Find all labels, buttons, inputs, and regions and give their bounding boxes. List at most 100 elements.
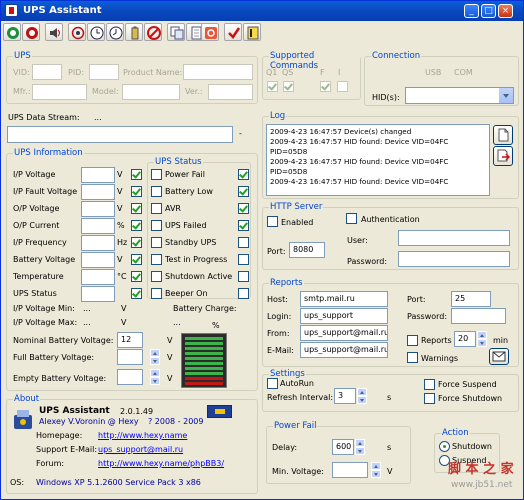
window-title: UPS Assistant (23, 5, 102, 16)
min-voltage-unit: V (387, 467, 393, 476)
clock-icon[interactable] (87, 23, 105, 41)
reports-interval-field[interactable]: 20 (454, 331, 476, 347)
status-battery-low-alarm-checkbox[interactable] (238, 186, 249, 197)
support-email-link[interactable]: ups_support@mail.ru (98, 445, 183, 454)
delay-field[interactable]: 600 (332, 439, 354, 455)
battery-voltage-checkbox[interactable] (131, 254, 142, 265)
page-icon (498, 128, 509, 142)
reports-checkbox[interactable] (407, 335, 418, 346)
i-p-voltage-checkbox[interactable] (131, 169, 142, 180)
refresh-interval-field[interactable]: 3 (334, 388, 356, 404)
email-field[interactable]: ups_support@mail.ru (300, 342, 388, 358)
data-stream-field[interactable] (7, 126, 233, 143)
status-power-fail-alarm-checkbox[interactable] (238, 169, 249, 180)
status-beeper-on-alarm-checkbox[interactable] (238, 288, 249, 299)
hid-select[interactable] (405, 87, 514, 104)
disconnect-icon[interactable] (22, 23, 40, 41)
product-field[interactable] (183, 64, 253, 80)
delay-spinner[interactable] (355, 439, 365, 455)
battery-gauge (181, 333, 227, 388)
model-field[interactable] (122, 84, 180, 100)
force-shutdown-checkbox[interactable] (424, 393, 435, 404)
http-user-field[interactable] (398, 230, 510, 246)
status-test-in-progress-alarm-checkbox[interactable] (238, 254, 249, 265)
i-p-voltage-field[interactable] (81, 167, 115, 183)
vid-field[interactable] (32, 64, 62, 80)
temperature-checkbox[interactable] (131, 271, 142, 282)
o-p-voltage-field[interactable] (81, 201, 115, 217)
battery-charge-unit: % (212, 321, 220, 330)
full-battery-field[interactable] (117, 349, 143, 365)
forum-link[interactable]: http://www.hexy.name/phpBB3/ (98, 459, 224, 468)
refresh-interval-spinner[interactable] (357, 388, 367, 404)
o-p-current-field[interactable] (81, 218, 115, 234)
status-standby-ups-indicator (151, 237, 162, 248)
authentication-checkbox[interactable] (346, 213, 357, 224)
log-textbox[interactable]: 2009-4-23 16:47:57 Device(s) changed 200… (266, 124, 490, 196)
schedule-icon[interactable] (106, 23, 124, 41)
mfr-field[interactable] (32, 84, 87, 100)
i-p-fault-voltage-field[interactable] (81, 184, 115, 200)
usb-label: USB (425, 68, 442, 77)
ups-status-field[interactable] (81, 286, 115, 302)
export-log-button[interactable] (493, 146, 513, 166)
send-report-button[interactable] (489, 348, 509, 365)
status-avr-alarm-checkbox[interactable] (238, 203, 249, 214)
battery-icon[interactable] (125, 23, 143, 41)
host-field[interactable]: smtp.mail.ru (300, 291, 388, 307)
ups-status-checkbox[interactable] (131, 288, 142, 299)
flag-icon[interactable] (207, 405, 232, 418)
delay-unit: s (387, 443, 392, 452)
reports-interval-spinner[interactable] (477, 331, 487, 347)
chevron-down-icon[interactable] (498, 88, 513, 103)
shutdown-label: Shutdown (452, 442, 492, 451)
min-voltage-spinner[interactable] (371, 462, 381, 478)
i-p-frequency-field[interactable] (81, 235, 115, 251)
new-log-button[interactable] (493, 125, 513, 145)
minimize-button[interactable]: _ (464, 4, 479, 18)
stop-icon[interactable] (144, 23, 162, 41)
pid-field[interactable] (89, 64, 119, 80)
ver-field[interactable] (208, 84, 253, 100)
close-button[interactable]: × (498, 4, 513, 18)
http-enabled-checkbox[interactable] (267, 216, 278, 227)
empty-battery-spinner[interactable] (150, 369, 160, 385)
full-battery-spinner[interactable] (150, 349, 160, 365)
status-beeper-on-label: Beeper On (165, 289, 208, 298)
smtp-port-field[interactable]: 25 (451, 291, 491, 307)
login-field[interactable]: ups_support (300, 308, 388, 324)
ip-min-unit: V (121, 304, 127, 313)
nominal-battery-field[interactable]: 12 (117, 332, 143, 348)
o-p-voltage-checkbox[interactable] (131, 203, 142, 214)
check-icon[interactable] (224, 23, 242, 41)
delay-label: Delay: (272, 443, 298, 452)
maximize-button[interactable]: □ (481, 4, 496, 18)
data-stream-dots: ... (94, 113, 102, 122)
force-suspend-checkbox[interactable] (424, 379, 435, 390)
http-password-field[interactable] (398, 251, 510, 267)
smtp-password-field[interactable] (451, 308, 506, 324)
empty-battery-field[interactable] (117, 369, 143, 385)
connect-icon[interactable] (3, 23, 21, 41)
o-p-current-checkbox[interactable] (131, 220, 142, 231)
help-icon[interactable] (243, 23, 261, 41)
from-field[interactable]: ups_support@mail.ru (300, 325, 388, 341)
autorun-checkbox[interactable] (267, 378, 278, 389)
http-port-field[interactable]: 8080 (289, 242, 325, 258)
sound-icon[interactable] (45, 23, 63, 41)
shutdown-radio[interactable] (439, 441, 450, 452)
homepage-link[interactable]: http://www.hexy.name (98, 431, 187, 440)
settings-icon[interactable] (68, 23, 86, 41)
status-shutdown-active-alarm-checkbox[interactable] (238, 271, 249, 282)
min-voltage-field[interactable] (332, 462, 368, 478)
i-p-fault-voltage-checkbox[interactable] (131, 186, 142, 197)
i-p-frequency-checkbox[interactable] (131, 237, 142, 248)
warnings-checkbox[interactable] (407, 352, 418, 363)
temperature-field[interactable] (81, 269, 115, 285)
copy-icon[interactable] (167, 23, 185, 41)
status-standby-ups-alarm-checkbox[interactable] (238, 237, 249, 248)
status-ups-failed-alarm-checkbox[interactable] (238, 220, 249, 231)
ups-status-label: UPS Status (13, 289, 57, 298)
power-icon[interactable] (201, 23, 219, 41)
battery-voltage-field[interactable] (81, 252, 115, 268)
